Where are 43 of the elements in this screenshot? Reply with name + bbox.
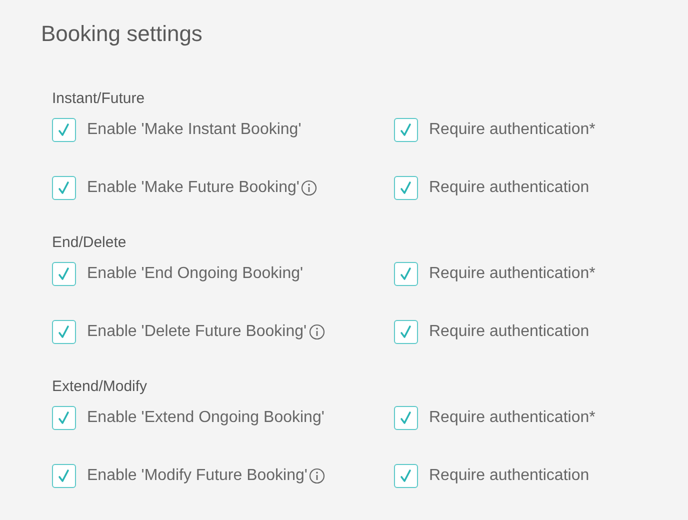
option-label: Require authentication* [429,264,596,284]
checkbox[interactable] [394,176,418,200]
option-label: Enable 'End Ongoing Booking' [87,264,304,284]
section-label: Instant/Future [52,89,146,109]
check-icon [58,411,70,425]
check-icon [400,469,412,483]
checkbox[interactable] [394,118,418,142]
section-label: Extend/Modify [52,377,148,397]
info-icon[interactable] [309,468,326,484]
checkbox[interactable] [52,464,76,488]
option-label: Require authentication [429,178,590,198]
checkbox[interactable] [394,262,418,286]
checkbox[interactable] [52,118,76,142]
check-icon [400,411,412,425]
info-icon[interactable] [308,324,325,340]
checkbox[interactable] [394,406,418,430]
section-label: End/Delete [52,233,128,253]
check-icon [58,325,70,339]
check-icon [58,181,70,195]
option-label: Enable 'Make Instant Booking' [87,120,302,140]
option-label: Enable 'Extend Ongoing Booking' [87,408,324,428]
check-icon [400,325,412,339]
option-label: Require authentication [429,322,590,342]
checkbox[interactable] [52,176,76,200]
check-icon [400,267,412,281]
checkbox[interactable] [52,320,76,344]
check-icon [400,123,412,137]
option-label: Require authentication* [429,120,596,140]
checkbox[interactable] [394,320,418,344]
option-label: Require authentication [429,466,590,486]
option-label: Enable 'Make Future Booking' [87,178,300,198]
option-label: Enable 'Delete Future Booking' [87,322,307,342]
info-icon[interactable] [301,180,318,196]
option-label: Enable 'Modify Future Booking' [87,466,308,486]
page-title: Booking settings [41,20,204,48]
checkbox[interactable] [52,262,76,286]
checkbox[interactable] [394,464,418,488]
checkbox[interactable] [52,406,76,430]
check-icon [400,181,412,195]
option-label: Require authentication* [429,408,596,428]
check-icon [58,469,70,483]
check-icon [58,267,70,281]
check-icon [58,123,70,137]
